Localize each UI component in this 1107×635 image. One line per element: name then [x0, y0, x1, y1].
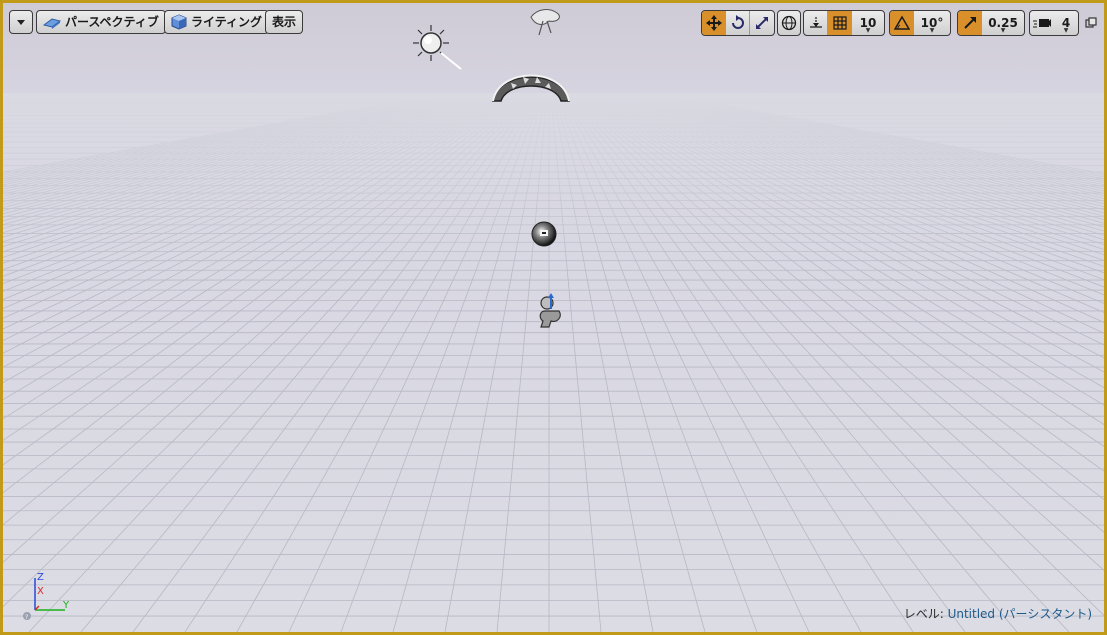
- angle-icon: [893, 15, 910, 30]
- scale-icon: [756, 17, 768, 29]
- perspective-icon: [43, 18, 61, 29]
- transform-tools-group: [701, 10, 775, 36]
- perspective-label: パースペクティブ: [65, 15, 159, 29]
- camera-speed-button[interactable]: [1030, 11, 1054, 35]
- scale-snap-value[interactable]: 0.25 ▼: [982, 11, 1024, 35]
- lit-cube-icon: [171, 14, 187, 30]
- level-suffix: (パーシスタント): [998, 607, 1092, 621]
- camera-speed-caret-icon: ▼: [1063, 27, 1069, 34]
- sun-light-icon[interactable]: [411, 23, 467, 73]
- maximize-viewport-icon[interactable]: [1085, 17, 1097, 29]
- reflection-sphere-icon[interactable]: [529, 219, 559, 249]
- chevron-down-icon: [17, 20, 25, 25]
- rotate-icon: [731, 15, 744, 29]
- camera-icon: [1033, 19, 1051, 28]
- move-arrows-icon: [705, 15, 722, 31]
- axis-z-label: Z: [37, 572, 44, 583]
- sky-light-icon[interactable]: [489, 61, 573, 105]
- help-icon: ?: [25, 614, 28, 620]
- grid-snap-toggle[interactable]: [828, 11, 852, 35]
- player-start-icon[interactable]: [533, 293, 567, 331]
- surface-snap-icon: [809, 17, 822, 28]
- grid-snap-caret-icon: ▼: [865, 27, 871, 34]
- grid-snap-group: 10 ▼: [803, 10, 885, 36]
- axis-x-label: X: [37, 586, 44, 597]
- rotation-snap-value[interactable]: 10° ▼: [914, 11, 950, 35]
- level-prefix: レベル:: [903, 607, 944, 621]
- coordinate-space-group: [777, 10, 801, 36]
- world-space-button[interactable]: [778, 11, 800, 35]
- rotation-snap-caret-icon: ▼: [929, 27, 935, 34]
- rotation-snap-group: 10° ▼: [889, 10, 951, 36]
- viewport-options-button[interactable]: [9, 10, 33, 34]
- perspective-button[interactable]: パースペクティブ: [36, 10, 166, 34]
- axis-gizmo: Z X Y ?: [23, 572, 70, 620]
- globe-icon: [781, 15, 797, 31]
- grid-icon: [832, 16, 847, 30]
- translate-tool-button[interactable]: [702, 11, 726, 35]
- lighting-label: ライティング: [191, 15, 263, 29]
- scale-snap-group: 0.25 ▼: [957, 10, 1025, 36]
- grid-snap-value[interactable]: 10 ▼: [852, 11, 884, 35]
- surface-snap-button[interactable]: [804, 11, 828, 35]
- scale-snap-icon: [963, 17, 976, 29]
- scale-snap-caret-icon: ▼: [1000, 27, 1006, 34]
- axis-y-label: Y: [62, 600, 70, 611]
- level-status-label: レベル: Untitled (パーシスタント): [904, 605, 1092, 622]
- editor-viewport[interactable]: パースペクティブ ライティング 表示 10 ▼ 10° ▼ 0.25 ▼ 4 ▼…: [0, 0, 1107, 635]
- scale-tool-button[interactable]: [750, 11, 774, 35]
- rotation-snap-toggle[interactable]: [890, 11, 914, 35]
- scale-snap-toggle[interactable]: [958, 11, 982, 35]
- show-button[interactable]: 表示: [265, 10, 304, 34]
- rotate-tool-button[interactable]: [726, 11, 750, 35]
- show-label: 表示: [272, 15, 297, 29]
- camera-speed-value[interactable]: 4 ▼: [1054, 11, 1078, 35]
- camera-speed-group: 4 ▼: [1029, 10, 1079, 36]
- atmospheric-fog-icon[interactable]: [527, 5, 567, 39]
- lighting-button[interactable]: ライティング: [164, 10, 270, 34]
- level-name: Untitled: [947, 607, 996, 621]
